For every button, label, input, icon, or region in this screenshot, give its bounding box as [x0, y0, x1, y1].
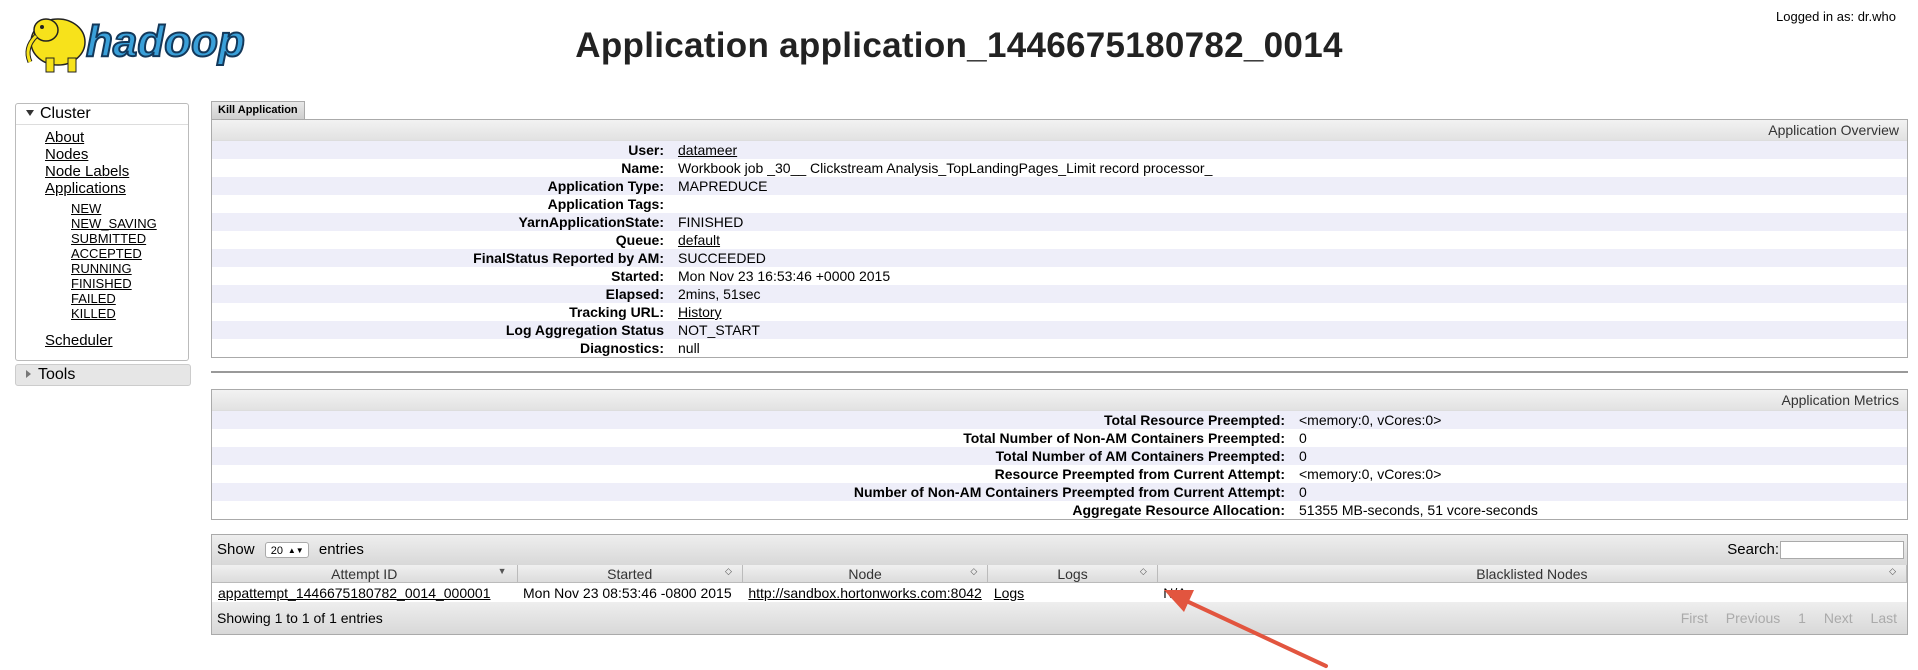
nav-nodes[interactable]: Nodes — [45, 146, 88, 163]
triangle-down-icon — [26, 110, 34, 116]
overview-row: YarnApplicationState: FINISHED — [212, 213, 1907, 231]
cluster-nav: Cluster About Nodes Node Labels Applicat… — [15, 103, 189, 361]
pager-first[interactable]: First — [1681, 610, 1708, 626]
user-link[interactable]: datameer — [678, 141, 737, 159]
col-attempt-id[interactable]: Attempt ID ▼ — [212, 565, 518, 583]
table-info: Showing 1 to 1 of 1 entries — [217, 610, 383, 626]
attempts-table-wrapper: Show 20 ▲▼ entries Search: Attempt ID ▼ St… — [211, 534, 1908, 635]
nav-state-new-saving[interactable]: NEW_SAVING — [71, 216, 157, 231]
overview-row: Queue: default — [615, 231, 721, 249]
application-overview-panel: Application Overview User: datameer Name:… — [211, 119, 1908, 358]
nav-state-accepted[interactable]: ACCEPTED — [71, 246, 142, 261]
nav-state-killed[interactable]: KILLED — [71, 306, 116, 321]
select-arrow-icon: ▲▼ — [287, 546, 304, 556]
queue-link[interactable]: default — [678, 231, 720, 249]
metrics-row: Resource Preempted from Current Attempt:… — [994, 466, 1442, 482]
overview-row: Name: Workbook job _30__ Clickstream Anal… — [621, 160, 1213, 176]
annotation-arrow-icon — [1164, 590, 1328, 668]
col-started[interactable]: Started ◇ — [517, 565, 743, 583]
overview-row: FinalStatus Reported by AM: SUCCEEDED — [212, 249, 1907, 267]
nav-state-running[interactable]: RUNNING — [71, 261, 132, 276]
pager-last[interactable]: Last — [1871, 610, 1897, 626]
page-title: Application application_1446675180782_00… — [575, 26, 1343, 65]
nav-state-new[interactable]: NEW — [71, 201, 101, 216]
metrics-row: Aggregate Resource Allocation: 51355 MB-s… — [1072, 502, 1538, 518]
attempts-table: Attempt ID ▼ Started ◇ Node ◇ Logs ◇ Blackli… — [212, 565, 1908, 602]
search-label: Search: — [1727, 541, 1779, 558]
pagination: First Previous 1 Next Last — [1667, 602, 1897, 634]
overview-row: User: datameer — [212, 141, 1907, 159]
sort-icon: ◇ — [1139, 566, 1147, 576]
started-cell: Mon Nov 23 08:53:46 -0800 2015 — [517, 582, 743, 602]
nav-node-labels[interactable]: Node Labels — [45, 163, 129, 180]
tracking-url-link[interactable]: History — [678, 303, 722, 321]
table-row: appattempt_1446675180782_0014_000001 Mon… — [212, 582, 1907, 602]
divider — [211, 371, 1908, 373]
nav-state-finished[interactable]: FINISHED — [71, 276, 132, 291]
overview-title: Application Overview — [212, 120, 1907, 141]
overview-row: Log Aggregation Status NOT_START — [212, 321, 1907, 339]
metrics-row: Total Number of AM Containers Preempted:… — [212, 447, 1907, 465]
search-input[interactable] — [1780, 541, 1904, 559]
kill-application-button[interactable]: Kill Application — [211, 101, 305, 119]
nav-about[interactable]: About — [45, 129, 84, 146]
cluster-toggle[interactable]: Cluster — [16, 104, 188, 125]
nav-state-failed[interactable]: FAILED — [71, 291, 116, 306]
col-logs[interactable]: Logs ◇ — [987, 565, 1158, 583]
sort-icon: ◇ — [1889, 566, 1896, 576]
logged-in-user: Logged in as: dr.who — [1776, 9, 1896, 24]
col-node[interactable]: Node ◇ — [742, 565, 989, 583]
triangle-right-icon — [26, 370, 31, 378]
table-controls: Show 20 ▲▼ entries Search: — [212, 535, 1907, 565]
attempt-id-link[interactable]: appattempt_1446675180782_0014_000001 — [218, 585, 491, 601]
metrics-title: Application Metrics — [212, 390, 1907, 411]
nav-scheduler[interactable]: Scheduler — [45, 332, 113, 349]
application-metrics-panel: Application Metrics Total Resource Preem… — [211, 389, 1908, 520]
metrics-row: Number of Non-AM Containers Preempted fr… — [212, 483, 1907, 501]
overview-row: Elapsed: 2mins, 51sec — [212, 285, 1907, 303]
overview-row: Started: Mon Nov 23 16:53:46 +0000 2015 — [611, 268, 891, 284]
pager-page-1[interactable]: 1 — [1798, 610, 1806, 626]
table-footer: Showing 1 to 1 of 1 entries First Previo… — [212, 602, 1907, 634]
pager-previous[interactable]: Previous — [1726, 610, 1780, 626]
overview-row: Diagnostics: null — [579, 340, 700, 356]
nav-state-submitted[interactable]: SUBMITTED — [71, 231, 146, 246]
sort-icon: ◇ — [724, 566, 732, 576]
logs-link[interactable]: Logs — [994, 585, 1024, 601]
tools-toggle[interactable]: Tools — [15, 364, 191, 386]
overview-row: Application Type: MAPREDUCE — [212, 177, 1907, 195]
pager-next[interactable]: Next — [1824, 610, 1853, 626]
metrics-row: Total Number of Non-AM Containers Preemp… — [963, 430, 1307, 446]
metrics-row: Total Resource Preempted: <memory:0, vCor… — [212, 411, 1907, 429]
sort-icon: ◇ — [970, 566, 978, 576]
overview-row: Application Tags: — [547, 196, 664, 212]
overview-row: Tracking URL: History — [569, 303, 722, 321]
page-length-select[interactable]: 20 ▲▼ — [264, 542, 309, 559]
node-link[interactable]: http://sandbox.hortonworks.com:8042 — [748, 585, 981, 601]
sort-desc-icon: ▼ — [497, 566, 507, 576]
nav-applications[interactable]: Applications — [45, 180, 126, 197]
